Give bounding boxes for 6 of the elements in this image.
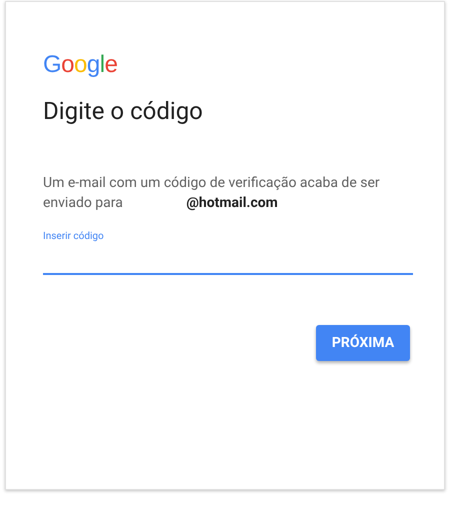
verification-message: Um e-mail com um código de verificação acaba de ser enviado para @hotmail.com	[43, 174, 381, 213]
field-label: Inserir código	[43, 231, 104, 243]
google-logo: Google	[43, 52, 118, 78]
code-input-field[interactable]: Inserir código	[43, 231, 413, 275]
page-title: Digite o código	[43, 96, 204, 127]
next-button[interactable]: PRÓXIMA	[316, 325, 410, 361]
